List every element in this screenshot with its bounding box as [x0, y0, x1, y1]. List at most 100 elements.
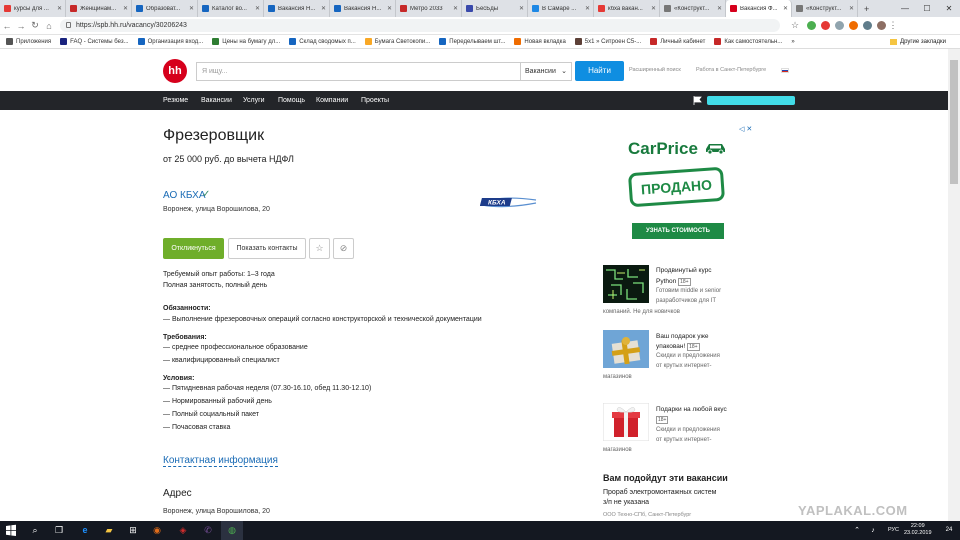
browser-tab[interactable]: В Самаре ... ✕	[528, 0, 594, 17]
task-view-icon[interactable]: ❐	[48, 521, 70, 540]
search-button[interactable]: Найти	[575, 61, 624, 81]
bookmark-item[interactable]: Приложения	[6, 38, 51, 45]
ad-choices-icon[interactable]: ◁ ✕	[739, 125, 752, 133]
viber-icon[interactable]: ✆	[197, 521, 219, 540]
bookmark-star-icon[interactable]: ☆	[788, 20, 802, 31]
promo-title[interactable]: Ваш подарок уже	[656, 333, 709, 340]
tab-close-icon[interactable]: ✕	[123, 5, 128, 12]
close-window-icon[interactable]: ✕	[938, 0, 960, 17]
extension-icon[interactable]	[835, 21, 844, 30]
bookmark-item[interactable]: Бумага Светокопи...	[364, 38, 430, 45]
favorite-star-icon[interactable]: ☆	[309, 238, 330, 259]
forward-icon[interactable]: →	[14, 21, 28, 31]
extension-icon[interactable]	[849, 21, 858, 30]
notification-flag-icon[interactable]	[693, 96, 702, 105]
nav-companies[interactable]: Компании	[316, 91, 348, 110]
browser-tab[interactable]: курсы для ... ✕	[0, 0, 66, 17]
tab-close-icon[interactable]: ✕	[387, 5, 392, 12]
advanced-search-link[interactable]: Расширенный поиск	[629, 67, 681, 73]
nav-services[interactable]: Услуги	[243, 91, 265, 110]
search-icon[interactable]: ⌕	[24, 521, 46, 540]
browser-tab[interactable]: Вакансия Н... ✕	[264, 0, 330, 17]
russia-flag-icon[interactable]	[781, 68, 789, 73]
new-tab-button[interactable]: +	[858, 0, 875, 17]
browser-tab[interactable]: БесБды ✕	[462, 0, 528, 17]
nav-vacancies[interactable]: Вакансии	[201, 91, 232, 110]
show-contacts-button[interactable]: Показать контакты	[228, 238, 306, 259]
tab-close-icon[interactable]: ✕	[651, 5, 656, 12]
reload-icon[interactable]: ↻	[28, 20, 42, 31]
tab-close-icon[interactable]: ✕	[57, 5, 62, 12]
tab-close-icon[interactable]: ✕	[255, 5, 260, 12]
gift-box-image[interactable]	[603, 330, 649, 368]
store-icon[interactable]: ⊞	[122, 521, 144, 540]
home-icon[interactable]: ⌂	[42, 21, 56, 31]
promo-title[interactable]: Продвинутый курс	[656, 267, 712, 274]
search-input[interactable]: Я ищу...	[196, 62, 521, 81]
maximize-icon[interactable]: ☐	[916, 0, 938, 17]
nav-projects[interactable]: Проекты	[361, 91, 389, 110]
promo-title-line2[interactable]: Python	[656, 278, 676, 285]
tab-close-icon[interactable]: ✕	[189, 5, 194, 12]
tab-close-icon[interactable]: ✕	[783, 5, 788, 12]
input-language[interactable]: РУС	[888, 527, 899, 533]
scrollbar-thumb[interactable]	[950, 60, 958, 184]
hide-vacancy-icon[interactable]: ⊘	[333, 238, 354, 259]
account-name-redacted[interactable]	[707, 96, 795, 105]
browser-tab[interactable]: Каталог во... ✕	[198, 0, 264, 17]
bookmark-item[interactable]: Цены на бумагу дл...	[212, 38, 280, 45]
hh-logo[interactable]: hh	[163, 59, 187, 83]
bookmark-item[interactable]: Как самостоятельн...	[714, 38, 782, 45]
extension-icon[interactable]	[863, 21, 872, 30]
app-icon[interactable]: ◈	[172, 521, 194, 540]
respond-button[interactable]: Откликнуться	[163, 238, 224, 259]
company-logo[interactable]: КБХА	[480, 194, 538, 210]
tab-close-icon[interactable]: ✕	[321, 5, 326, 12]
python-course-image[interactable]	[603, 265, 649, 303]
bookmark-item[interactable]: FAQ - Системы без...	[60, 38, 129, 45]
notification-badge[interactable]: 24	[938, 521, 960, 540]
contact-info-link[interactable]: Контактная информация	[163, 455, 278, 467]
menu-icon[interactable]: ⋮	[886, 20, 900, 31]
back-icon[interactable]: ←	[0, 21, 14, 31]
browser-tab[interactable]: Образоват... ✕	[132, 0, 198, 17]
tab-close-icon[interactable]: ✕	[519, 5, 524, 12]
promo-title[interactable]: Python 18+	[656, 278, 691, 286]
work-city-link[interactable]: Работа в Санкт-Петербурге	[696, 67, 766, 73]
windows-start-icon[interactable]	[0, 521, 22, 540]
bookmark-item[interactable]: Склад сводомых п...	[289, 38, 356, 45]
ie-icon[interactable]: e	[74, 521, 96, 540]
bookmarks-more-icon[interactable]: »	[791, 39, 794, 45]
bookmark-item[interactable]: 5х1 » Ситроен С5-...	[574, 38, 641, 45]
clock[interactable]: 22:09 23.02.2019	[904, 523, 932, 537]
promo-title[interactable]: упакован! 18+	[656, 343, 700, 351]
volume-icon[interactable]: ♪	[862, 521, 884, 540]
browser-tab[interactable]: кбха вакан... ✕	[594, 0, 660, 17]
bookmark-item[interactable]: Организация вход...	[137, 38, 203, 45]
suitable-vacancy-link[interactable]: Прораб электромонтажных систем	[603, 489, 716, 496]
extension-icon[interactable]	[807, 21, 816, 30]
url-bar[interactable]: https://spb.hh.ru/vacancy/30206243	[60, 19, 780, 32]
bookmark-item[interactable]: Личный кабинет	[650, 38, 705, 45]
nav-resume[interactable]: Резюме	[163, 91, 188, 110]
tab-close-icon[interactable]: ✕	[717, 5, 722, 12]
browser-tab[interactable]: Вакансия Н... ✕	[330, 0, 396, 17]
browser-tab[interactable]: «Конструкт... ✕	[660, 0, 726, 17]
chrome-icon[interactable]: ◍	[221, 521, 243, 540]
promo-title[interactable]: 18+	[656, 416, 669, 424]
browser-tab[interactable]: Женщинам... ✕	[66, 0, 132, 17]
nav-help[interactable]: Помощь	[278, 91, 305, 110]
tab-close-icon[interactable]: ✕	[585, 5, 590, 12]
extension-icon[interactable]	[821, 21, 830, 30]
minimize-icon[interactable]: —	[894, 0, 916, 17]
search-scope-select[interactable]: Вакансии ⌄	[521, 62, 572, 81]
profile-avatar[interactable]	[877, 21, 886, 30]
red-gift-image[interactable]	[603, 403, 649, 441]
carprice-brand[interactable]: CarPrice	[628, 139, 698, 159]
browser-tab[interactable]: Вакансия Ф... ✕	[726, 0, 792, 17]
ad-cta-button[interactable]: УЗНАТЬ СТОИМОСТЬ	[632, 223, 724, 239]
tab-close-icon[interactable]: ✕	[849, 5, 854, 12]
company-link[interactable]: АО КБХА	[163, 190, 206, 201]
promo-title[interactable]: Подарки на любой вкус	[656, 406, 727, 413]
other-bookmarks[interactable]: Другие закладки	[890, 38, 946, 45]
